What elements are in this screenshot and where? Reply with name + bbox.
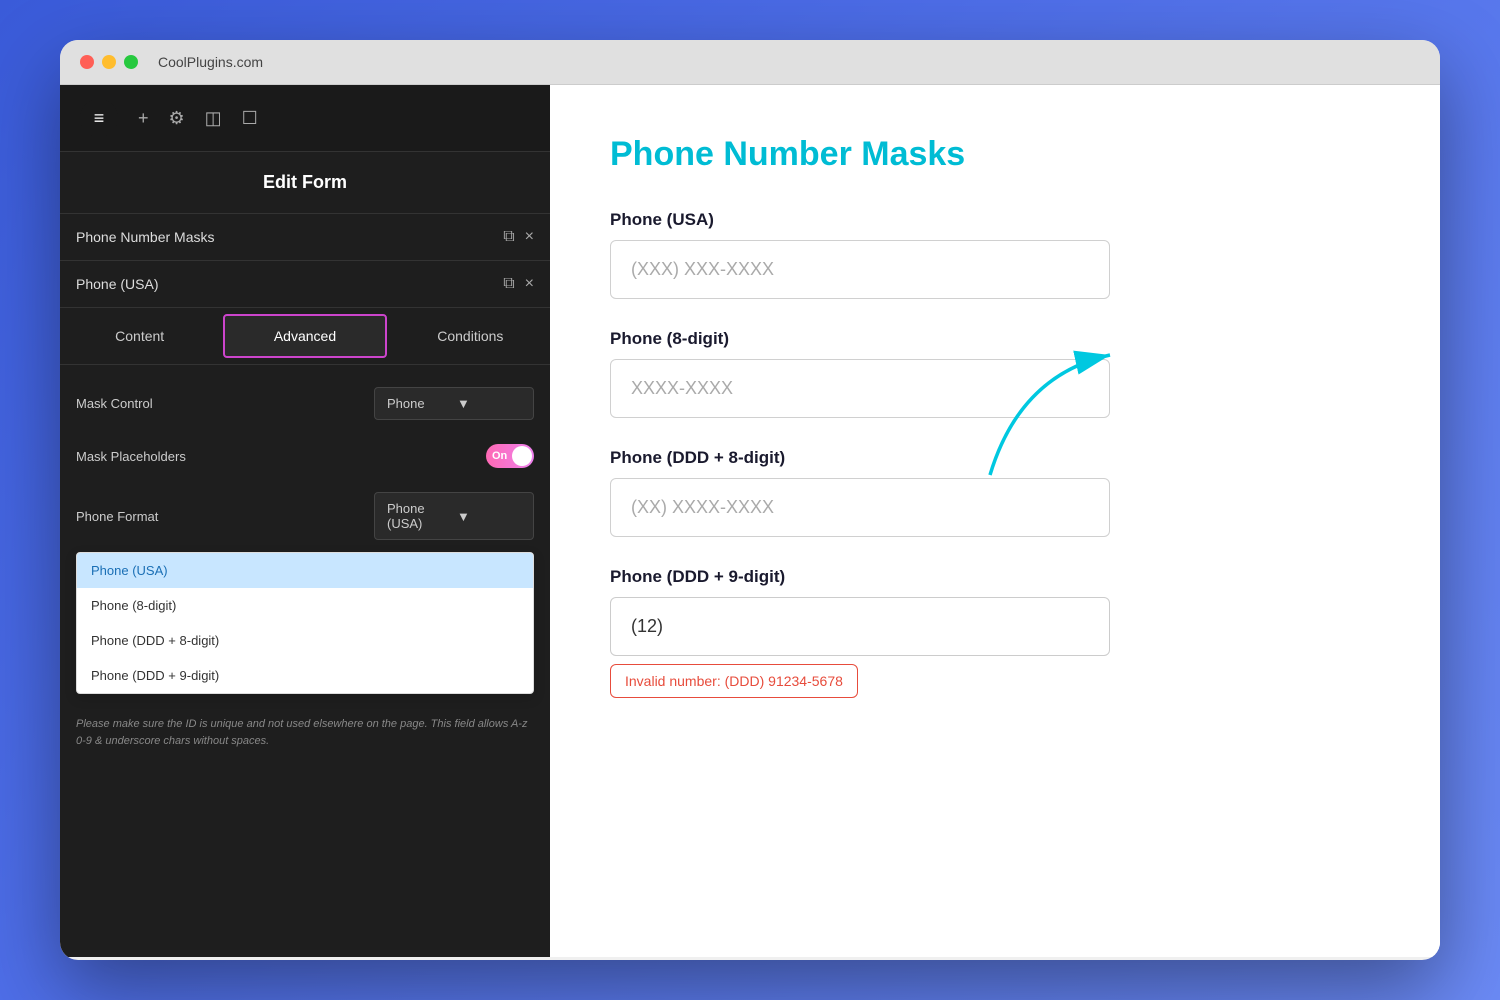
widget2-close-icon[interactable]: × <box>525 275 534 293</box>
edit-form-header: Edit Form <box>60 152 550 214</box>
widget2-actions: ⧉ × <box>503 275 534 293</box>
dropdown-item-ddd9[interactable]: Phone (DDD + 9-digit) <box>77 658 533 693</box>
page-title: Phone Number Masks <box>610 135 1380 174</box>
browser-window: CoolPlugins.com ≡ + ⚙ ◫ ☐ Edit Form Phon… <box>60 40 1440 960</box>
phone-format-row: Phone Format Phone (USA) ▼ <box>60 480 550 552</box>
settings-section: Mask Control Phone ▼ Mask Placeholders O… <box>60 365 550 704</box>
elementor-logo[interactable]: ≡ <box>80 99 118 137</box>
phone-usa-label: Phone (USA) <box>610 210 1380 230</box>
mask-placeholders-toggle-container: On <box>486 444 534 468</box>
phone-usa-section: Phone (USA) (XXX) XXX-XXXX <box>610 210 1380 299</box>
mask-placeholders-toggle[interactable]: On <box>486 444 534 468</box>
phone-format-dropdown: Phone (USA) Phone (8-digit) Phone (DDD +… <box>76 552 534 694</box>
tabs-row: Content Advanced Conditions <box>60 308 550 365</box>
phone-format-value: Phone (USA) <box>387 501 451 531</box>
main-content: Phone Number Masks Phone (USA) (XXX) XXX… <box>550 85 1440 957</box>
mask-control-chevron: ▼ <box>457 396 521 411</box>
widget2-copy-icon[interactable]: ⧉ <box>503 275 514 293</box>
maximize-button[interactable] <box>124 55 138 69</box>
dropdown-item-ddd8[interactable]: Phone (DDD + 8-digit) <box>77 623 533 658</box>
phone-ddd9-label: Phone (DDD + 9-digit) <box>610 567 1380 587</box>
mask-control-value: Phone <box>387 396 451 411</box>
mask-placeholders-row: Mask Placeholders On <box>60 432 550 480</box>
widget1-label: Phone Number Masks <box>76 229 215 245</box>
toggle-label: On <box>492 450 507 462</box>
minimize-button[interactable] <box>102 55 116 69</box>
traffic-lights <box>80 55 138 69</box>
settings-icon[interactable]: ⚙ <box>169 108 185 129</box>
phone-usa-input[interactable]: (XXX) XXX-XXXX <box>610 240 1110 299</box>
phone-8digit-label: Phone (8-digit) <box>610 329 1380 349</box>
mask-control-select[interactable]: Phone ▼ <box>374 387 534 420</box>
phone-8digit-section: Phone (8-digit) XXXX-XXXX <box>610 329 1380 418</box>
phone-format-label: Phone Format <box>76 509 158 524</box>
phone-ddd9-input[interactable]: (12) <box>610 597 1110 656</box>
dropdown-item-usa[interactable]: Phone (USA) <box>77 553 533 588</box>
sidebar-footer-note: Please make sure the ID is unique and no… <box>60 704 550 761</box>
browser-content: ≡ + ⚙ ◫ ☐ Edit Form Phone Number Masks ⧉… <box>60 85 1440 957</box>
browser-url: CoolPlugins.com <box>158 54 263 70</box>
phone-ddd8-input[interactable]: (XX) XXXX-XXXX <box>610 478 1110 537</box>
tab-advanced[interactable]: Advanced <box>223 314 386 358</box>
sidebar-topbar: ≡ + ⚙ ◫ ☐ <box>60 85 550 152</box>
widget-phone-number-masks[interactable]: Phone Number Masks ⧉ × <box>60 214 550 261</box>
error-badge: Invalid number: (DDD) 91234-5678 <box>610 664 858 698</box>
add-icon[interactable]: + <box>138 108 149 129</box>
browser-titlebar: CoolPlugins.com <box>60 40 1440 85</box>
elementor-logo-icon: ≡ <box>94 108 105 129</box>
edit-form-title: Edit Form <box>263 172 347 192</box>
comment-icon[interactable]: ☐ <box>242 108 258 129</box>
widget1-copy-icon[interactable]: ⧉ <box>503 228 514 246</box>
toggle-knob <box>512 446 532 466</box>
tab-conditions[interactable]: Conditions <box>391 308 550 364</box>
mask-placeholders-label: Mask Placeholders <box>76 449 186 464</box>
tab-content[interactable]: Content <box>60 308 219 364</box>
dropdown-item-8digit[interactable]: Phone (8-digit) <box>77 588 533 623</box>
phone-ddd9-section: Phone (DDD + 9-digit) (12) Invalid numbe… <box>610 567 1380 698</box>
widget-phone-usa[interactable]: Phone (USA) ⧉ × <box>60 261 550 308</box>
widget1-close-icon[interactable]: × <box>525 228 534 246</box>
phone-format-select[interactable]: Phone (USA) ▼ <box>374 492 534 540</box>
phone-format-chevron: ▼ <box>457 509 521 524</box>
widget1-actions: ⧉ × <box>503 228 534 246</box>
phone-8digit-input[interactable]: XXXX-XXXX <box>610 359 1110 418</box>
close-button[interactable] <box>80 55 94 69</box>
widget2-label: Phone (USA) <box>76 276 158 292</box>
phone-ddd8-section: Phone (DDD + 8-digit) (XX) XXXX-XXXX <box>610 448 1380 537</box>
mask-control-row: Mask Control Phone ▼ <box>60 375 550 432</box>
mask-control-label: Mask Control <box>76 396 153 411</box>
sidebar: ≡ + ⚙ ◫ ☐ Edit Form Phone Number Masks ⧉… <box>60 85 550 957</box>
layers-icon[interactable]: ◫ <box>205 108 222 129</box>
phone-ddd8-label: Phone (DDD + 8-digit) <box>610 448 1380 468</box>
